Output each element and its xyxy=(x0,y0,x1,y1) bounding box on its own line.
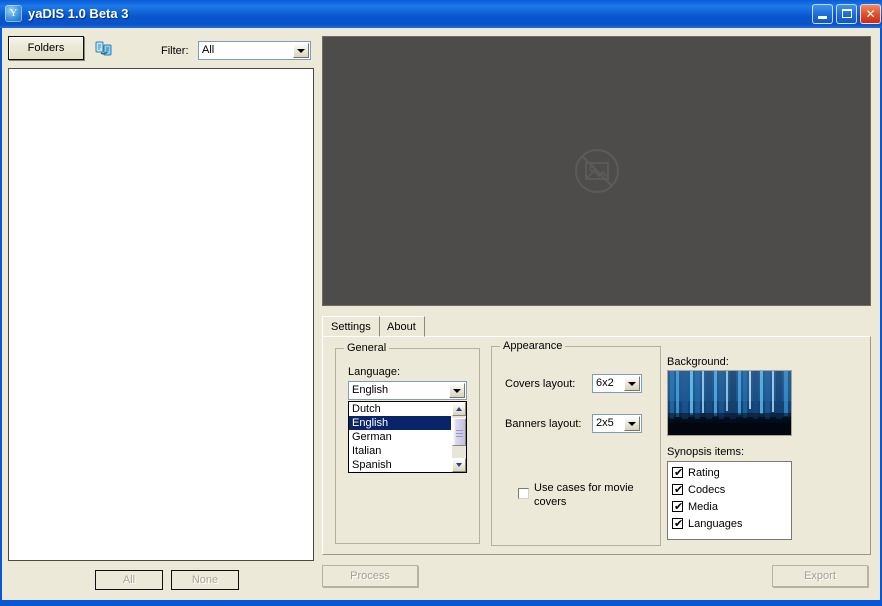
minimize-button[interactable] xyxy=(812,4,833,24)
language-combobox[interactable]: English xyxy=(348,381,467,400)
use-cases-label: Use cases for movie covers xyxy=(534,482,634,508)
covers-layout-value: 6x2 xyxy=(596,377,614,389)
synopsis-item-label: Codecs xyxy=(688,484,726,496)
covers-layout-dropdown-button[interactable] xyxy=(624,376,640,391)
chevron-down-icon xyxy=(453,388,461,393)
window-title: yaDIS 1.0 Beta 3 xyxy=(28,6,129,21)
synopsis-items-list[interactable]: ✔ Rating ✔ Codecs ✔ Media ✔ Languages xyxy=(667,461,792,540)
covers-layout-label: Covers layout: xyxy=(505,378,576,390)
synopsis-item-languages[interactable]: ✔ Languages xyxy=(672,516,791,533)
image-preview-panel xyxy=(322,36,871,306)
no-image-icon xyxy=(573,147,621,195)
language-option-spanish[interactable]: Spanish xyxy=(349,458,466,472)
language-label: Language: xyxy=(348,366,400,378)
filter-combobox-value: All xyxy=(202,44,215,56)
filter-dropdown-button[interactable] xyxy=(293,43,309,58)
app-icon-glyph: Y xyxy=(9,7,18,19)
export-button[interactable]: Export xyxy=(772,565,868,587)
filter-label: Filter: xyxy=(161,45,189,57)
banners-layout-value: 2x5 xyxy=(596,417,614,429)
language-dropdown-scrollbar[interactable] xyxy=(451,402,466,472)
title-bar: Y yaDIS 1.0 Beta 3 ✕ xyxy=(0,0,882,28)
window-border-bottom xyxy=(0,600,882,606)
banners-layout-dropdown-button[interactable] xyxy=(624,416,640,431)
close-icon: ✕ xyxy=(865,7,876,21)
chevron-down-icon xyxy=(297,48,305,53)
thumb-grip-line xyxy=(456,433,463,434)
scroll-down-button[interactable] xyxy=(452,458,466,472)
tab-strip: Settings About xyxy=(322,316,871,337)
thumb-grip-line xyxy=(456,430,463,431)
use-cases-checkbox[interactable] xyxy=(518,488,529,499)
synopsis-item-label: Media xyxy=(688,501,718,513)
select-none-button[interactable]: None xyxy=(171,570,239,590)
check-icon: ✔ xyxy=(674,466,684,479)
banners-layout-label: Banners layout: xyxy=(505,418,582,430)
maximize-icon xyxy=(842,9,852,18)
app-icon: Y xyxy=(5,5,22,22)
background-label: Background: xyxy=(667,356,729,368)
thumb-grip-line xyxy=(456,436,463,437)
refresh-icon[interactable] xyxy=(95,40,113,58)
synopsis-item-codecs[interactable]: ✔ Codecs xyxy=(672,482,791,499)
chevron-down-icon xyxy=(628,381,636,386)
synopsis-checkbox[interactable]: ✔ xyxy=(672,517,684,530)
synopsis-checkbox[interactable]: ✔ xyxy=(672,483,684,496)
synopsis-item-label: Rating xyxy=(688,467,720,479)
application-window: Y yaDIS 1.0 Beta 3 ✕ Folders Filter: All xyxy=(0,0,882,606)
synopsis-checkbox[interactable]: ✔ xyxy=(672,466,684,479)
close-button[interactable]: ✕ xyxy=(860,4,881,24)
chevron-up-icon xyxy=(456,407,462,411)
language-option-dutch[interactable]: Dutch xyxy=(349,402,466,416)
scroll-up-button[interactable] xyxy=(452,402,466,416)
chevron-down-icon xyxy=(628,421,636,426)
check-icon: ✔ xyxy=(674,517,684,530)
synopsis-checkbox[interactable]: ✔ xyxy=(672,500,684,513)
tab-about[interactable]: About xyxy=(378,316,425,337)
language-dropdown-button[interactable] xyxy=(449,383,465,398)
background-preview[interactable] xyxy=(667,370,792,436)
appearance-groupbox-title: Appearance xyxy=(500,340,566,352)
language-dropdown-list[interactable]: Dutch English German Italian Spanish xyxy=(348,401,467,473)
language-option-german[interactable]: German xyxy=(349,430,466,444)
folders-button[interactable]: Folders xyxy=(8,36,84,60)
tab-settings[interactable]: Settings xyxy=(322,316,380,337)
check-icon: ✔ xyxy=(674,483,684,496)
maximize-button[interactable] xyxy=(836,4,857,24)
synopsis-item-label: Languages xyxy=(688,518,743,530)
synopsis-item-rating[interactable]: ✔ Rating xyxy=(672,465,791,482)
banners-layout-combobox[interactable]: 2x5 xyxy=(592,414,642,433)
filter-combobox[interactable]: All xyxy=(198,41,311,60)
select-all-button[interactable]: All xyxy=(95,570,163,590)
language-option-english[interactable]: English xyxy=(349,416,466,430)
file-list[interactable] xyxy=(8,68,314,561)
scrollbar-thumb[interactable] xyxy=(452,418,466,446)
general-groupbox-title: General xyxy=(344,342,390,354)
check-icon: ✔ xyxy=(674,500,684,513)
minimize-icon xyxy=(818,16,827,19)
language-combobox-value: English xyxy=(352,384,389,396)
language-option-italian[interactable]: Italian xyxy=(349,444,466,458)
synopsis-items-label: Synopsis items: xyxy=(667,446,745,458)
covers-layout-combobox[interactable]: 6x2 xyxy=(592,374,642,393)
chevron-down-icon xyxy=(456,463,462,467)
process-button[interactable]: Process xyxy=(322,565,418,587)
synopsis-item-media[interactable]: ✔ Media xyxy=(672,499,791,516)
